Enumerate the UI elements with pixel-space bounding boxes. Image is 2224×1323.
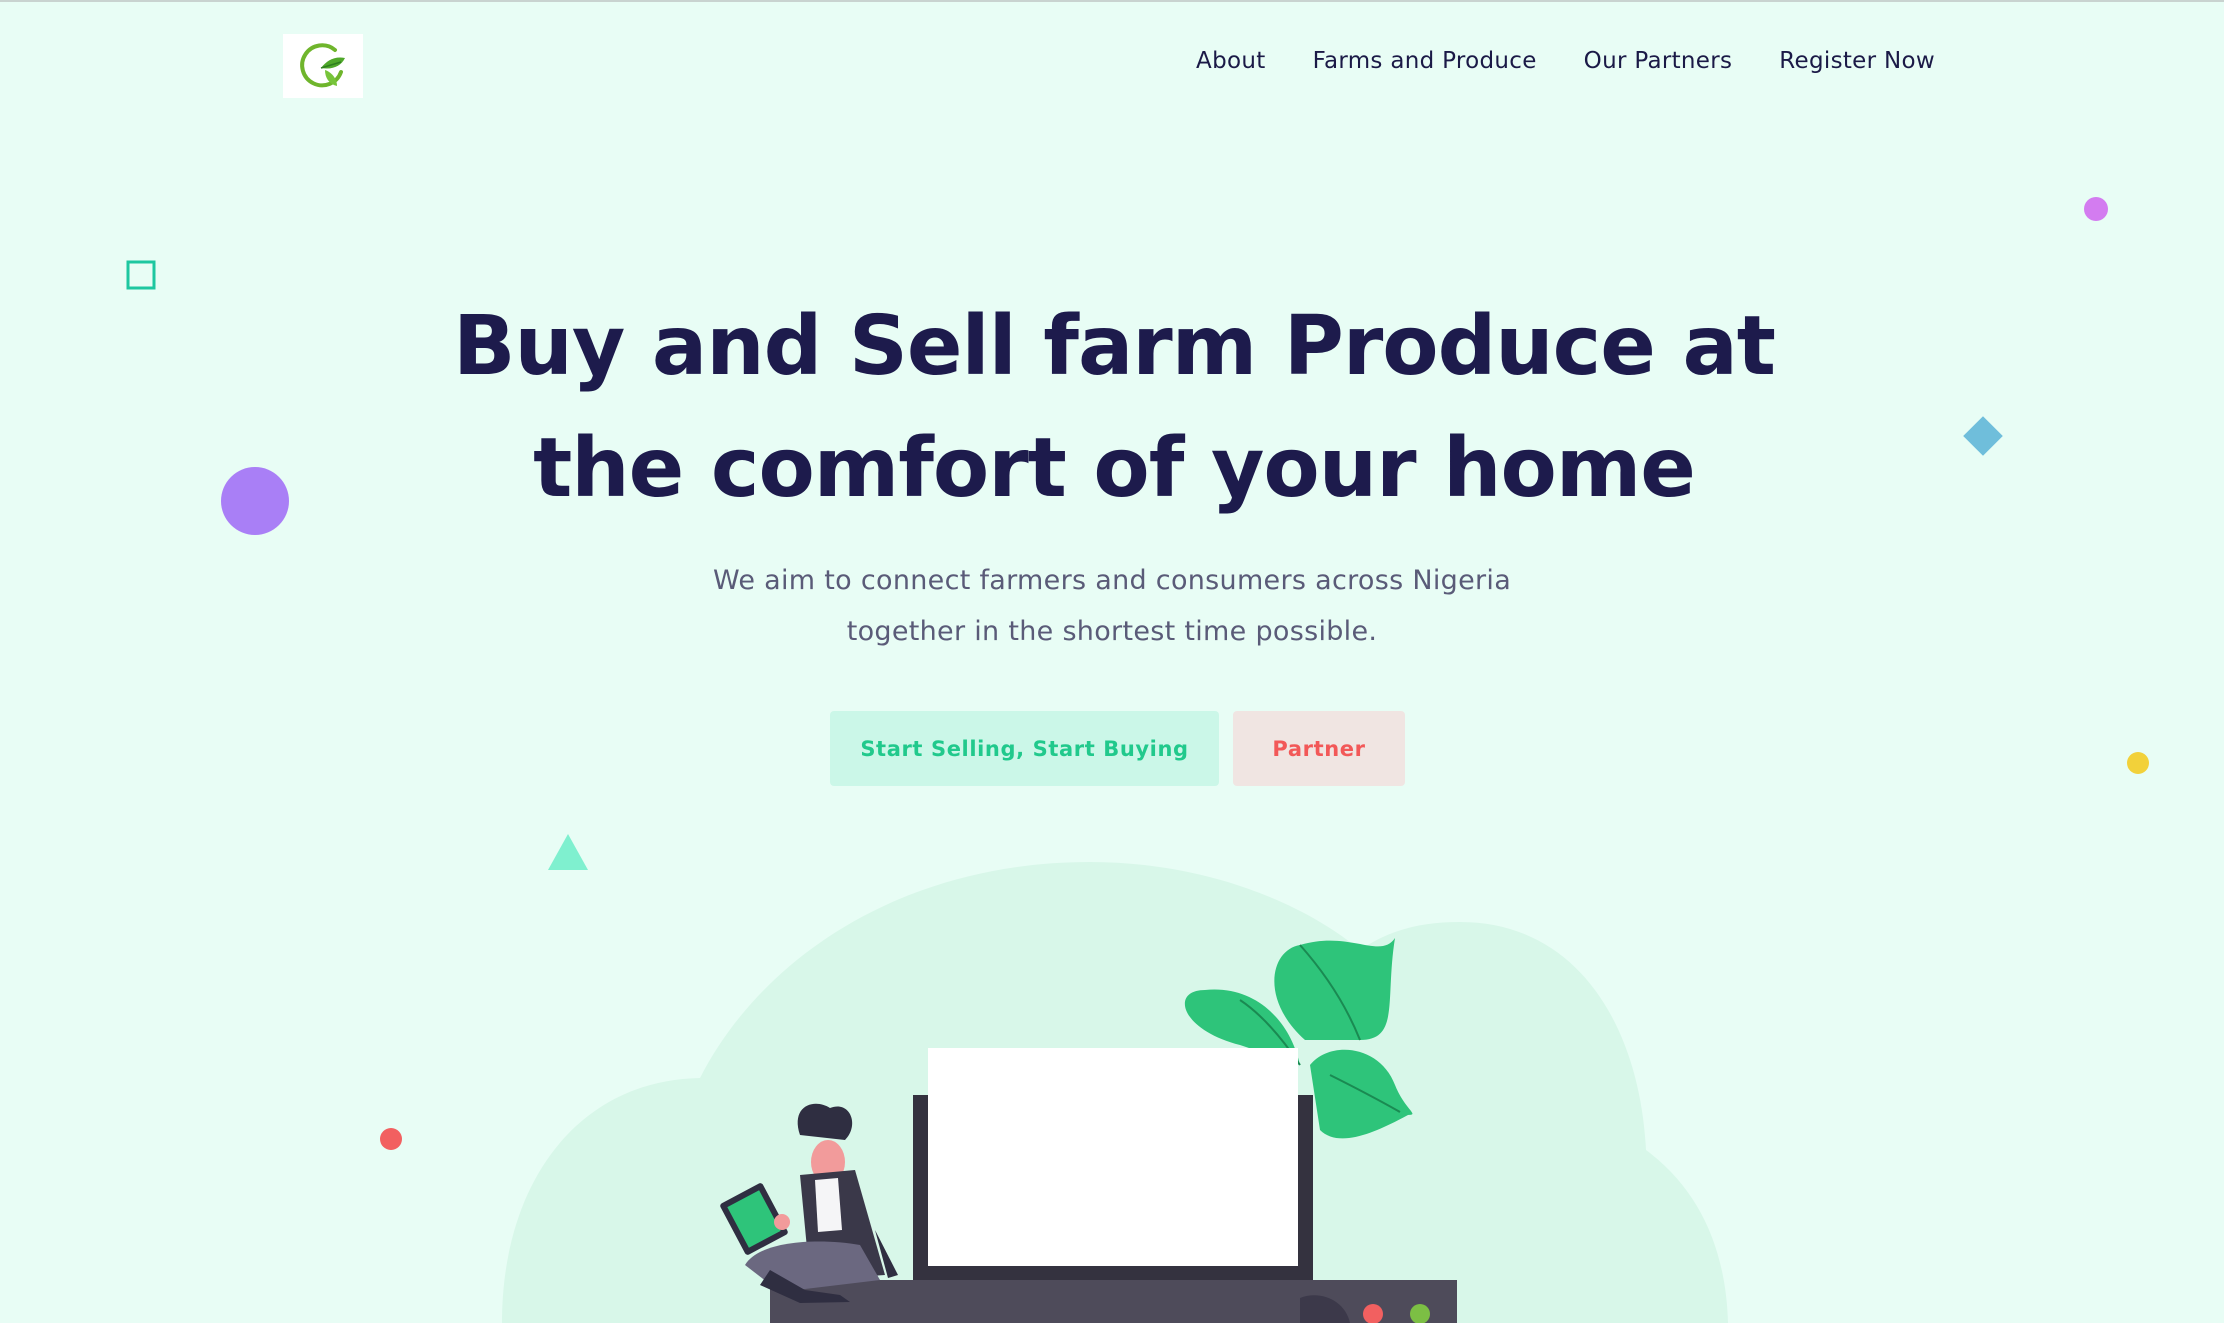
desk-shape xyxy=(770,1280,1457,1323)
monitor-icon xyxy=(913,1048,1313,1288)
hero-illustration xyxy=(502,862,1728,1323)
